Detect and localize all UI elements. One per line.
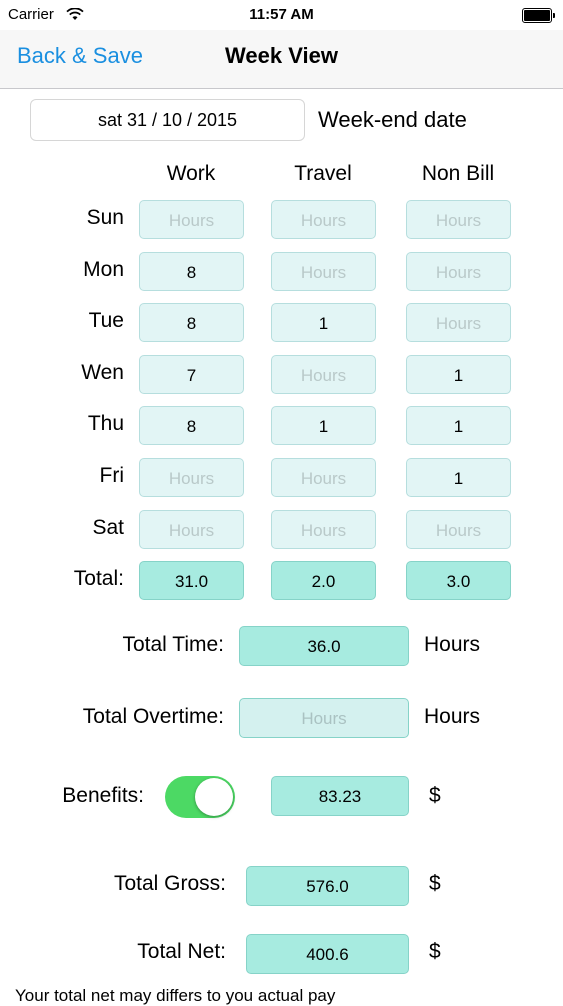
hours-input-mon-travel[interactable]: Hours: [271, 252, 376, 291]
hours-input-tue-travel[interactable]: 1: [271, 303, 376, 342]
hours-input-wen-work[interactable]: 7: [139, 355, 244, 394]
hours-input-fri-nonbill[interactable]: 1: [406, 458, 511, 497]
total-time-unit: Hours: [424, 633, 481, 656]
hours-input-thu-travel[interactable]: 1: [271, 406, 376, 445]
column-header-travel: Travel: [294, 162, 352, 185]
clock: 11:57 AM: [249, 6, 314, 23]
hours-input-sat-work[interactable]: Hours: [139, 510, 244, 549]
column-header-nonbill: Non Bill: [421, 162, 495, 185]
hours-input-fri-travel[interactable]: Hours: [271, 458, 376, 497]
benefits-field[interactable]: 83.23: [271, 776, 409, 816]
hours-input-sun-travel[interactable]: Hours: [271, 200, 376, 239]
page-title-text: Week View: [225, 43, 338, 68]
hours-input-mon-work[interactable]: 8: [139, 252, 244, 291]
total-net-unit: $: [429, 940, 441, 963]
total-overtime-label: Total Overtime:: [82, 705, 224, 728]
total-overtime-unit: Hours: [424, 705, 481, 728]
day-label-mon: Mon: [83, 258, 124, 281]
benefits-unit: $: [429, 784, 441, 807]
total-work-field: 31.0: [139, 561, 244, 600]
day-label-wen: Wen: [81, 361, 124, 384]
hours-input-thu-work[interactable]: 8: [139, 406, 244, 445]
total-nonbill-field: 3.0: [406, 561, 511, 600]
hours-input-mon-nonbill[interactable]: Hours: [406, 252, 511, 291]
total-overtime-field[interactable]: Hours: [239, 698, 409, 738]
column-header-work: Work: [166, 162, 216, 185]
total-travel-field: 2.0: [271, 561, 376, 600]
hours-input-wen-travel[interactable]: Hours: [271, 355, 376, 394]
benefits-label: Benefits:: [62, 784, 144, 807]
total-net-field: 400.6: [246, 934, 409, 974]
toggle-knob: [195, 778, 233, 816]
day-label-tue: Tue: [88, 309, 124, 332]
page-title: Week View: [0, 43, 563, 69]
hours-input-sun-work[interactable]: Hours: [139, 200, 244, 239]
total-net-label: Total Net:: [137, 940, 226, 963]
hours-input-wen-nonbill[interactable]: 1: [406, 355, 511, 394]
hours-input-tue-nonbill[interactable]: Hours: [406, 303, 511, 342]
battery-icon: [522, 8, 555, 23]
hours-input-sat-travel[interactable]: Hours: [271, 510, 376, 549]
day-label-fri: Fri: [99, 464, 125, 487]
net-pay-disclaimer: Your total net may differs to you actual…: [15, 986, 336, 1005]
totals-label: Total:: [73, 567, 124, 590]
week-end-date-field[interactable]: sat 31 / 10 / 2015: [30, 99, 305, 141]
benefits-toggle[interactable]: [165, 776, 235, 818]
total-gross-field: 576.0: [246, 866, 409, 906]
day-label-thu: Thu: [87, 412, 124, 435]
week-end-date-label: Week-end date: [318, 107, 467, 132]
day-label-sat: Sat: [92, 516, 124, 539]
hours-input-sat-nonbill[interactable]: Hours: [406, 510, 511, 549]
total-gross-unit: $: [429, 872, 441, 895]
total-time-label: Total Time:: [122, 633, 224, 656]
status-bar: Carrier 11:57 AM: [0, 0, 563, 30]
hours-input-sun-nonbill[interactable]: Hours: [406, 200, 511, 239]
total-time-field: 36.0: [239, 626, 409, 666]
hours-input-fri-work[interactable]: Hours: [139, 458, 244, 497]
hours-input-thu-nonbill[interactable]: 1: [406, 406, 511, 445]
total-gross-label: Total Gross:: [113, 872, 226, 895]
hours-input-tue-work[interactable]: 8: [139, 303, 244, 342]
day-label-sun: Sun: [86, 206, 124, 229]
